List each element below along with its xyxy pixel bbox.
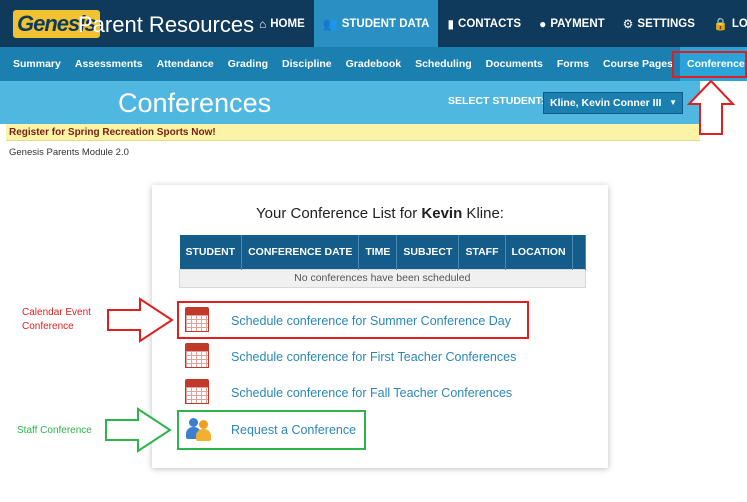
topnav-payment[interactable]: ● PAYMENT bbox=[530, 0, 614, 47]
col-subject[interactable]: SUBJECT bbox=[396, 235, 460, 269]
calendar-icon[interactable] bbox=[185, 343, 209, 368]
topnav-label: STUDENT DATA bbox=[341, 17, 430, 30]
student-last-name: Kline: bbox=[462, 205, 504, 222]
schedule-first-teacher-conference-link[interactable]: Schedule conference for First Teacher Co… bbox=[231, 344, 516, 370]
topnav-label: CONTACTS bbox=[458, 17, 522, 30]
selected-student: Kline, Kevin Conner III bbox=[550, 97, 662, 109]
subnav-discipline[interactable]: Discipline bbox=[275, 47, 339, 81]
subnav-attendance[interactable]: Attendance bbox=[150, 47, 221, 81]
topnav-home[interactable]: ⌂ HOME bbox=[250, 0, 314, 47]
topnav-settings[interactable]: ⚙ SETTINGS bbox=[614, 0, 704, 47]
chevron-down-icon: ▼ bbox=[669, 98, 677, 107]
announcement-banner[interactable]: Register for Spring Recreation Sports No… bbox=[6, 124, 700, 141]
top-bar: Genesis Parent Resources ⌂ HOME 👥 STUDENT … bbox=[0, 0, 747, 47]
table-header-row: STUDENT CONFERENCE DATE TIME SUBJECT STA… bbox=[179, 235, 586, 269]
module-version: Genesis Parents Module 2.0 bbox=[9, 147, 129, 158]
topnav-student-data[interactable]: 👥 STUDENT DATA bbox=[313, 0, 439, 47]
payment-icon: ● bbox=[539, 16, 547, 31]
col-time[interactable]: TIME bbox=[358, 235, 398, 269]
calendar-icon[interactable] bbox=[185, 379, 209, 404]
topnav-logout[interactable]: 🔒LOGOUT bbox=[704, 0, 747, 47]
calendar-event-annotation: Calendar Event Conference bbox=[22, 306, 91, 334]
subnav-summary[interactable]: Summary bbox=[6, 47, 68, 81]
users-icon: 👥 bbox=[322, 16, 338, 31]
col-conference-date[interactable]: CONFERENCE DATE bbox=[241, 235, 360, 269]
topnav-contacts[interactable]: ▮ CONTACTS bbox=[438, 0, 530, 47]
book-icon: ▮ bbox=[447, 16, 455, 31]
page-header: Conferences SELECT STUDENT: Kline, Kevin… bbox=[0, 81, 700, 124]
conference-list-title: Your Conference List for Kevin Kline: bbox=[152, 205, 608, 222]
subnav-documents[interactable]: Documents bbox=[479, 47, 550, 81]
topnav-label: PAYMENT bbox=[550, 17, 605, 30]
topnav-label: LOGOUT bbox=[731, 17, 747, 30]
gear-icon: ⚙ bbox=[622, 16, 634, 31]
staff-conference-highlight bbox=[177, 410, 366, 450]
title-prefix: Your Conference List for bbox=[256, 205, 422, 222]
subnav-scheduling[interactable]: Scheduling bbox=[408, 47, 479, 81]
subnav-forms[interactable]: Forms bbox=[550, 47, 596, 81]
subnav-gradebook[interactable]: Gradebook bbox=[339, 47, 408, 81]
select-student-label: SELECT STUDENT: bbox=[448, 95, 545, 107]
schedule-fall-teacher-conference-link[interactable]: Schedule conference for Fall Teacher Con… bbox=[231, 380, 512, 406]
annotation-line: Calendar Event bbox=[22, 307, 91, 318]
staff-conference-annotation: Staff Conference bbox=[17, 425, 92, 436]
empty-message: No conferences have been scheduled bbox=[179, 268, 586, 288]
subnav-assessments[interactable]: Assessments bbox=[68, 47, 150, 81]
top-nav: ⌂ HOME 👥 STUDENT DATA ▮ CONTACTS ● PAYMENT ⚙… bbox=[250, 0, 747, 47]
conferences-tab-highlight bbox=[672, 51, 747, 78]
topnav-label: SETTINGS bbox=[637, 17, 695, 30]
col-location[interactable]: LOCATION bbox=[505, 235, 573, 269]
topnav-label: HOME bbox=[270, 17, 305, 30]
app-title: Parent Resources bbox=[78, 12, 255, 37]
col-staff[interactable]: STAFF bbox=[458, 235, 506, 269]
home-icon: ⌂ bbox=[259, 16, 267, 31]
col-student[interactable]: STUDENT bbox=[179, 235, 243, 269]
student-first-name: Kevin bbox=[421, 205, 463, 222]
table-row: No conferences have been scheduled bbox=[179, 268, 586, 288]
annotation-line: Conference bbox=[22, 321, 74, 332]
sub-nav: Summary Assessments Attendance Grading D… bbox=[0, 47, 747, 81]
page-title: Conferences bbox=[118, 88, 272, 118]
subnav-grading[interactable]: Grading bbox=[221, 47, 275, 81]
subnav-course-pages[interactable]: Course Pages bbox=[596, 47, 680, 81]
calendar-event-highlight bbox=[177, 301, 529, 339]
lock-icon: 🔒 bbox=[712, 16, 728, 31]
student-select[interactable]: Kline, Kevin Conner III ▼ bbox=[543, 92, 683, 114]
col-blank bbox=[572, 235, 586, 269]
conference-table: STUDENT CONFERENCE DATE TIME SUBJECT STA… bbox=[179, 235, 586, 288]
